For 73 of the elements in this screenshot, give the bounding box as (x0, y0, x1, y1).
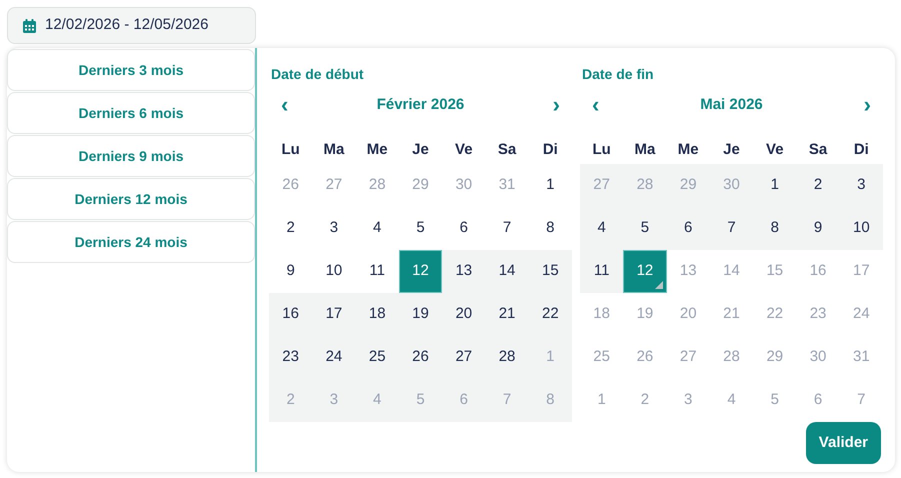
date-range-field[interactable]: 12/02/2026 - 12/05/2026 (7, 7, 256, 44)
day-cell[interactable]: 18 (356, 293, 399, 336)
weekday-label: Sa (498, 140, 516, 160)
day-cell[interactable]: 25 (356, 336, 399, 379)
day-cell[interactable]: 12 (398, 250, 442, 293)
day-cell[interactable]: 7 (710, 207, 754, 250)
weekday-label: Ma (324, 140, 344, 160)
weekday-label: Ve (766, 140, 784, 160)
date-range-value: 12/02/2026 - 12/05/2026 (45, 15, 208, 36)
day-cell[interactable]: 21 (485, 293, 529, 336)
day-cell[interactable]: 3 (840, 164, 883, 207)
weekday-label: Lu (281, 140, 300, 160)
preset-button[interactable]: Derniers 6 mois (7, 92, 255, 134)
day-cell[interactable]: 20 (442, 293, 486, 336)
day-cell[interactable]: 27 (442, 336, 486, 379)
day-cell[interactable]: 3 (312, 379, 356, 422)
day-cell[interactable]: 15 (528, 250, 572, 293)
day-cell[interactable]: 12 (623, 250, 667, 293)
calendar-heading: Date de fin (581, 65, 654, 84)
day-cell[interactable]: 22 (528, 293, 572, 336)
confirm-button[interactable]: Valider (806, 422, 881, 464)
weekday-label: Je (723, 140, 740, 160)
weekday-label: Je (412, 140, 429, 160)
weekday-label: Ve (455, 140, 473, 160)
day-cell[interactable]: 6 (442, 379, 486, 422)
day-cell[interactable]: 27 (580, 164, 624, 207)
day-cell[interactable]: 2 (796, 164, 840, 207)
day-cell[interactable]: 29 (666, 164, 710, 207)
day-cell[interactable]: 24 (312, 336, 356, 379)
day-cell[interactable]: 2 (269, 379, 312, 422)
day-cell[interactable]: 4 (356, 379, 399, 422)
next-month-button[interactable]: › (548, 94, 564, 116)
day-cell[interactable]: 28 (623, 164, 667, 207)
corner-marker-icon (654, 281, 663, 289)
weekday-label: Di (542, 140, 558, 160)
day-cell[interactable]: 7 (485, 379, 529, 422)
day-cell[interactable]: 11 (580, 250, 624, 293)
day-cell[interactable]: 23 (269, 336, 312, 379)
day-cell[interactable]: 17 (312, 293, 356, 336)
weekday-label: Me (678, 140, 699, 160)
preset-button[interactable]: Derniers 3 mois (7, 49, 255, 91)
preset-button[interactable]: Derniers 9 mois (7, 135, 255, 177)
day-cell[interactable]: 28 (485, 336, 529, 379)
day-cell[interactable]: 30 (710, 164, 754, 207)
day-cell[interactable]: 14 (485, 250, 529, 293)
previous-month-button[interactable]: ‹ (588, 94, 604, 116)
day-cell[interactable]: 19 (398, 293, 442, 336)
day-cell[interactable]: 5 (398, 379, 442, 422)
weekday-label: Sa (808, 140, 828, 160)
weekday-label: Lu (592, 140, 611, 160)
day-cell[interactable]: 1 (753, 164, 796, 207)
day-cell[interactable]: 8 (528, 379, 572, 422)
next-month-button[interactable]: › (860, 94, 875, 116)
previous-month-button[interactable]: ‹ (277, 94, 292, 116)
month-title: Mai 2026 (700, 94, 763, 115)
weekday-label: Di (854, 140, 869, 160)
day-cell[interactable]: 16 (269, 293, 312, 336)
calendar-heading: Date de début (270, 65, 364, 84)
weekday-label: Me (366, 140, 388, 160)
month-title: Février 2026 (376, 94, 464, 115)
day-cell[interactable]: 10 (840, 207, 883, 250)
preset-button[interactable]: Derniers 12 mois (7, 178, 255, 220)
weekday-label: Ma (634, 140, 656, 160)
day-cell[interactable]: 1 (528, 336, 572, 379)
calendar-icon (23, 18, 36, 32)
day-cell[interactable]: 26 (398, 336, 442, 379)
day-cell[interactable]: 6 (666, 207, 710, 250)
day-cell[interactable]: 4 (580, 207, 624, 250)
day-cell[interactable]: 13 (442, 250, 486, 293)
preset-button[interactable]: Derniers 24 mois (7, 221, 255, 263)
day-cell[interactable]: 5 (623, 207, 667, 250)
day-cell[interactable]: 9 (796, 207, 840, 250)
day-cell[interactable]: 8 (753, 207, 796, 250)
